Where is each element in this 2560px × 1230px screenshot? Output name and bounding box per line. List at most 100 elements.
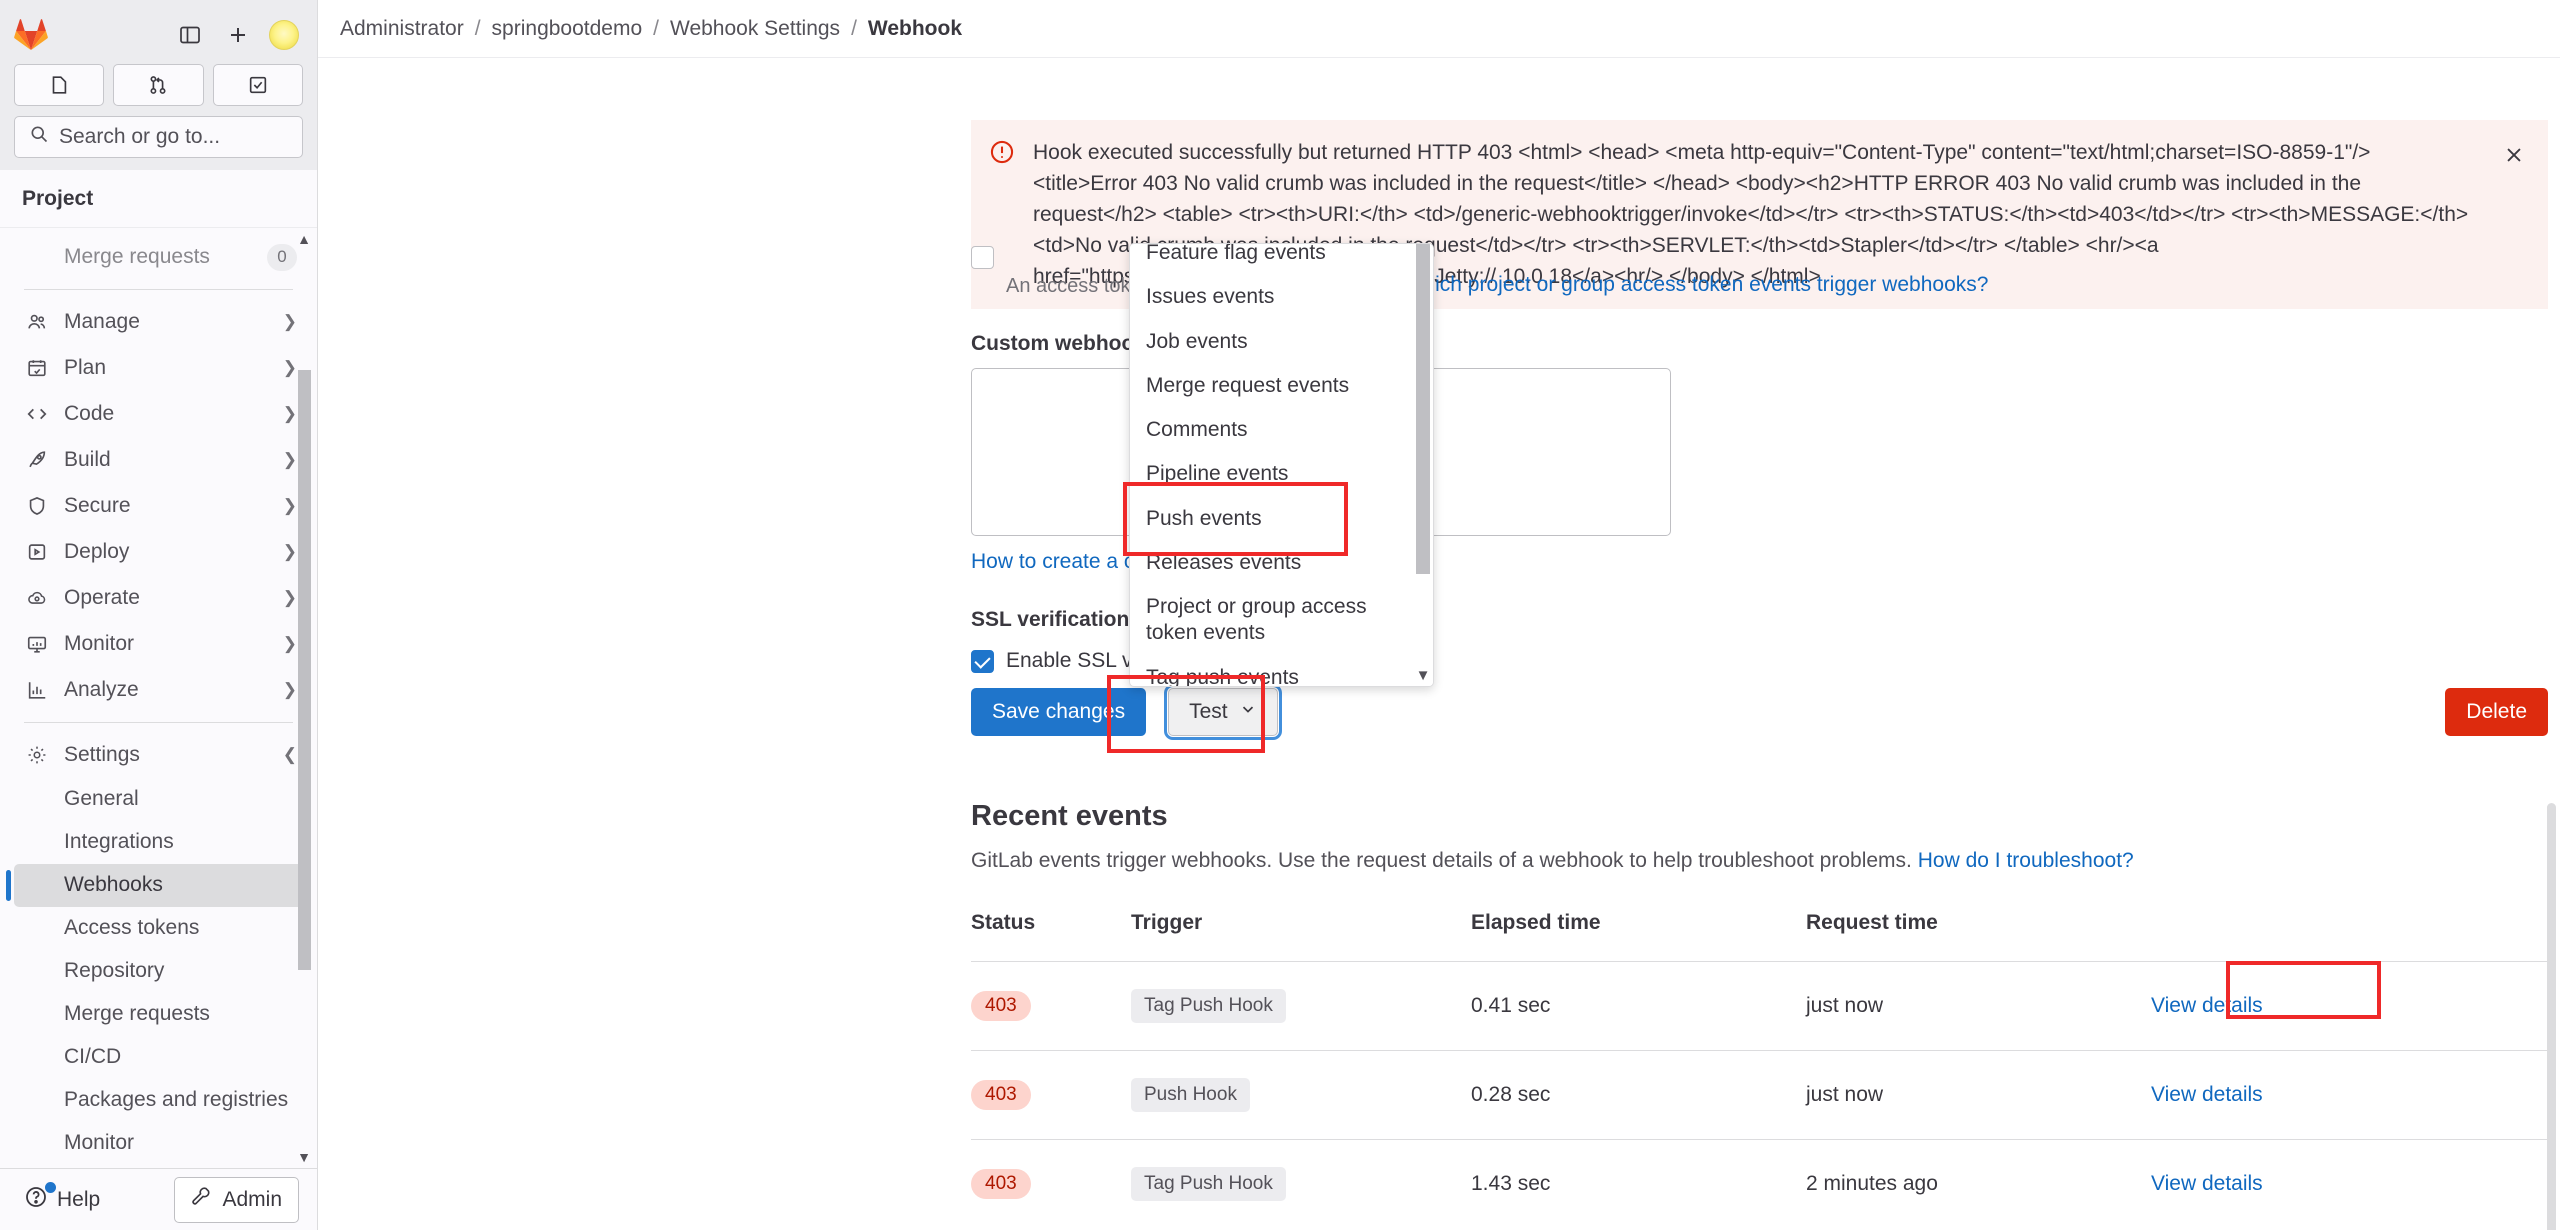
merge-requests-icon[interactable] [113, 64, 204, 106]
sidebar-item-usage-quotas[interactable]: Usage Quotas [14, 1165, 307, 1168]
cell-trigger: Push Hook [1131, 1050, 1471, 1140]
recent-events-description: GitLab events trigger webhooks. Use the … [971, 849, 2548, 873]
troubleshoot-link[interactable]: How do I troubleshoot? [1918, 849, 2134, 872]
sidebar-subitem-label: Repository [64, 959, 165, 983]
enable-ssl-verification-checkbox[interactable] [971, 650, 994, 673]
gitlab-logo-icon[interactable] [14, 18, 48, 52]
chevron-down-icon[interactable]: ▼ [1413, 667, 1433, 684]
sidebar-item-analyze[interactable]: Analyze ❯ [14, 667, 307, 713]
cell-trigger: Tag Push Hook [1131, 1139, 1471, 1228]
sidebar-item-cicd[interactable]: CI/CD [14, 1036, 307, 1079]
sidebar-item-build[interactable]: Build ❯ [14, 437, 307, 483]
access-token-events-link[interactable]: Which project or group access token even… [1404, 273, 1989, 297]
sidebar-subitem-label: Integrations [64, 830, 174, 854]
access-token-help-text: An access toke [1006, 275, 1142, 297]
sidebar-scrollbar-track[interactable] [297, 250, 311, 1146]
help-button[interactable]: Help [18, 1179, 106, 1221]
status-badge: 403 [971, 991, 1031, 1021]
view-details-link[interactable]: View details [2151, 1083, 2263, 1106]
dropdown-scrollbar[interactable]: ▼ [1413, 244, 1433, 686]
sidebar-item-deploy[interactable]: Deploy ❯ [14, 529, 307, 575]
dropdown-item-comments[interactable]: Comments [1130, 408, 1413, 452]
sidebar-item-access-tokens[interactable]: Access tokens [14, 907, 307, 950]
breadcrumb-separator: / [851, 16, 857, 40]
sidebar-scrollbar-thumb[interactable] [297, 370, 311, 970]
admin-button[interactable]: Admin [174, 1176, 299, 1223]
issues-icon[interactable] [14, 64, 105, 106]
sidebar-item-repository[interactable]: Repository [14, 950, 307, 993]
scroll-up-icon[interactable]: ▲ [297, 228, 311, 250]
user-avatar[interactable] [269, 20, 299, 50]
help-label: Help [57, 1187, 101, 1211]
app-root: Search or go to... Project Merge request… [0, 0, 2560, 1230]
sidebar-section-title: Project [0, 170, 317, 228]
create-new-icon[interactable] [221, 18, 255, 52]
dropdown-item-tag-push-events[interactable]: Tag push events [1130, 656, 1413, 687]
sidebar-item-monitor[interactable]: Monitor ❯ [14, 621, 307, 667]
merge-requests-count-badge: 0 [267, 243, 297, 271]
column-header-trigger: Trigger [1131, 911, 1203, 934]
todos-icon[interactable] [212, 64, 303, 106]
access-token-events-checkbox[interactable] [971, 246, 994, 269]
dropdown-item-merge-request-events[interactable]: Merge request events [1130, 364, 1413, 408]
scroll-down-icon[interactable]: ▼ [297, 1146, 311, 1168]
recent-events-title: Recent events [971, 800, 1168, 832]
sidebar-item-plan[interactable]: Plan ❯ [14, 345, 307, 391]
page-scrollbar-thumb[interactable] [2547, 803, 2556, 1230]
users-icon [22, 311, 52, 333]
search-icon [29, 124, 49, 150]
sidebar-item-operate[interactable]: Operate ❯ [14, 575, 307, 621]
sidebar-item-packages-and-registries[interactable]: Packages and registries [14, 1079, 307, 1122]
chevron-right-icon: ❯ [282, 634, 297, 653]
sidebar-subitem-label: Webhooks [64, 873, 163, 897]
sidebar-item-general[interactable]: General [14, 778, 307, 821]
table-row: 403 Tag Push Hook 1.43 sec 2 minutes ago… [971, 1139, 2548, 1228]
shield-icon [22, 495, 52, 517]
dropdown-item-job-events[interactable]: Job events [1130, 320, 1413, 364]
sidebar-item-label: Build [64, 448, 111, 471]
breadcrumb-item-administrator[interactable]: Administrator [340, 17, 464, 41]
sidebar-item-settings-monitor[interactable]: Monitor [14, 1122, 307, 1165]
delete-button[interactable]: Delete [2445, 688, 2548, 736]
sidebar-item-webhooks[interactable]: Webhooks [6, 864, 307, 907]
breadcrumb-separator: / [474, 16, 481, 40]
sidebar-item-manage[interactable]: Manage ❯ [14, 299, 307, 345]
breadcrumb-item-springbootdemo[interactable]: springbootdemo [492, 17, 643, 41]
dropdown-item-feature-flag-events[interactable]: Feature flag events [1130, 244, 1413, 275]
dropdown-item-project-or-group-access-token-events[interactable]: Project or group access token events [1130, 585, 1413, 656]
breadcrumb-item-webhook-settings[interactable]: Webhook Settings [670, 17, 840, 41]
sidebar-item-settings-merge-requests[interactable]: Merge requests [14, 993, 307, 1036]
dropdown-item-label: Pipeline events [1146, 462, 1289, 486]
view-details-link[interactable]: View details [2151, 1172, 2263, 1195]
dropdown-item-pipeline-events[interactable]: Pipeline events [1130, 452, 1413, 496]
form-actions: Save changes Test Delete [971, 684, 2548, 740]
sidebar-scrollbar[interactable]: ▲ ▼ [297, 228, 311, 1168]
dropdown-item-releases-events[interactable]: Releases events [1130, 541, 1413, 585]
sidebar-item-settings[interactable]: Settings ❮ [14, 732, 307, 778]
breadcrumb-separator: / [653, 16, 659, 40]
search-input[interactable]: Search or go to... [14, 116, 303, 158]
recent-events-section: Recent events GitLab events trigger webh… [971, 800, 2548, 1228]
sidebar-item-integrations[interactable]: Integrations [14, 821, 307, 864]
column-header-elapsed: Elapsed time [1471, 911, 1601, 934]
view-details-link[interactable]: View details [2151, 994, 2263, 1017]
chevron-right-icon: ❯ [282, 358, 297, 377]
dropdown-item-push-events[interactable]: Push events [1130, 497, 1413, 541]
dropdown-scrollbar-thumb[interactable] [1416, 244, 1430, 574]
dropdown-item-issues-events[interactable]: Issues events [1130, 275, 1413, 319]
chevron-right-icon: ❯ [282, 404, 297, 423]
cell-elapsed-time: 1.43 sec [1471, 1139, 1806, 1228]
close-icon[interactable] [2496, 137, 2532, 173]
dropdown-item-label: Tag push events [1146, 665, 1299, 687]
sidebar-item-label: Monitor [64, 632, 135, 655]
sidebar-quick-tiles [14, 64, 303, 106]
test-dropdown-button[interactable]: Test [1164, 684, 1282, 740]
cell-status: 403 [971, 1139, 1131, 1228]
table-header-row: Status Trigger Elapsed time Request time [971, 911, 2548, 962]
cell-elapsed-time: 0.41 sec [1471, 961, 1806, 1051]
save-changes-button[interactable]: Save changes [971, 688, 1147, 736]
sidebar-item-code[interactable]: Code ❯ [14, 391, 307, 437]
sidebar-item-merge-requests[interactable]: Merge requests 0 [14, 234, 307, 280]
toggle-sidebar-icon[interactable] [173, 18, 207, 52]
sidebar-item-secure[interactable]: Secure ❯ [14, 483, 307, 529]
